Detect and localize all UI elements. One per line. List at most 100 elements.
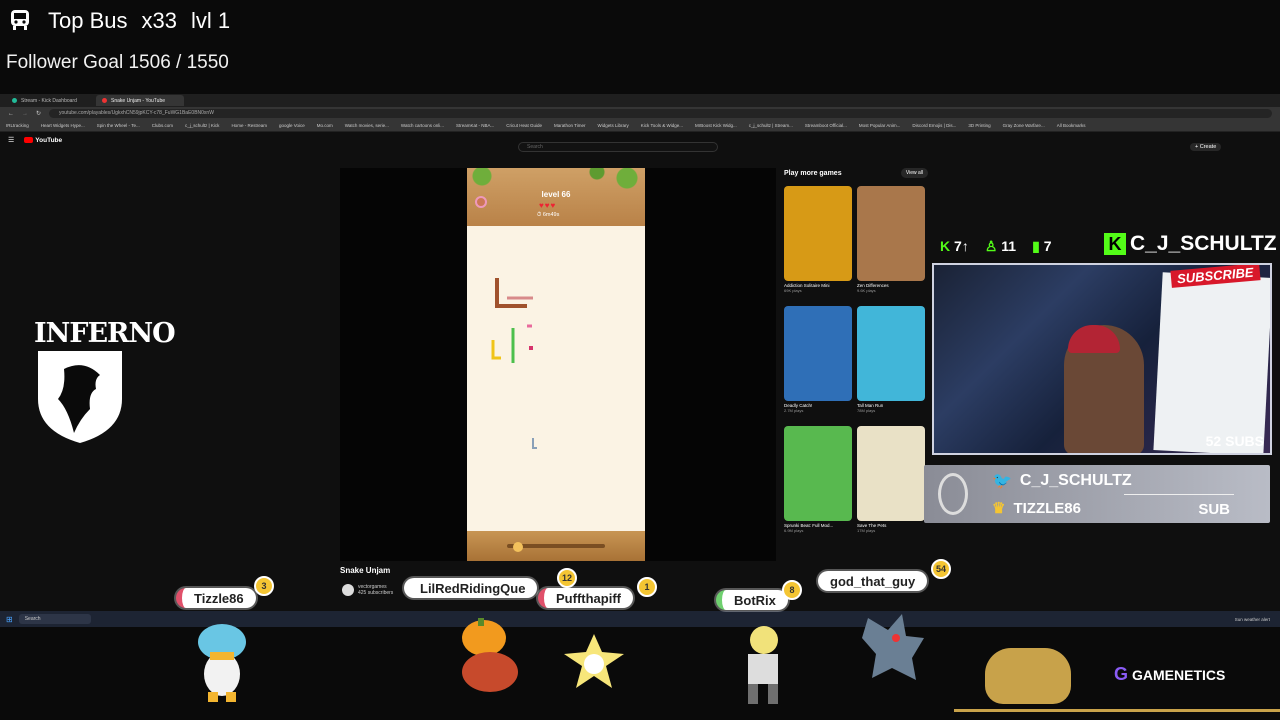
tab-snake-unjam[interactable]: Snake Unjam - YouTube <box>96 95 184 106</box>
bookmark-item[interactable]: MrBoost Kick Widg... <box>695 123 737 128</box>
bookmark-item[interactable]: Streamboot Official... <box>805 123 847 128</box>
game-level: level 66 <box>541 190 571 199</box>
inferno-logo-text: INFERNO <box>34 318 176 349</box>
play-more-games-panel: Play more games View all Addiction Solit… <box>784 168 928 542</box>
game-thumbnail[interactable] <box>784 426 852 521</box>
youtube-play-icon <box>24 137 34 143</box>
bookmark-item[interactable]: IRLtracking <box>6 123 29 128</box>
search-input[interactable]: Search <box>518 142 718 152</box>
taskbar-search[interactable]: Search <box>18 614 91 624</box>
bookmark-item[interactable]: Mo.com <box>317 123 333 128</box>
menu-icon[interactable]: ☰ <box>8 136 14 144</box>
game-board[interactable] <box>467 228 645 528</box>
chatter-badge: 3 <box>254 576 274 596</box>
tab-kick-dashboard[interactable]: Stream - Kick Dashboard <box>6 95 94 106</box>
game-plays: 69K plays <box>784 288 802 293</box>
viewer-stat: ▮ 7 <box>1032 238 1052 254</box>
last-sub-row: ♛ TIZZLE86 <box>992 499 1081 518</box>
crown-icon: ♛ <box>992 500 1006 517</box>
bookmark-item[interactable]: Gray Zone Warfare... <box>1003 123 1045 128</box>
bookmark-item[interactable]: Heart Widgets Hype... <box>41 123 85 128</box>
twitter-icon: 🐦 <box>992 473 1012 490</box>
game-plays: 78M plays <box>857 408 876 413</box>
snake-unjam-game[interactable]: level 66 ♥♥♥ ⏱ 6m49s <box>467 168 645 561</box>
lives-hearts: ♥♥♥ <box>539 201 557 210</box>
youtube-favicon-icon <box>102 98 107 103</box>
bookmarks-bar: IRLtracking Heart Widgets Hype... Spin the… <box>0 120 1280 132</box>
bookmark-item[interactable]: Watch movies, serie... <box>345 123 389 128</box>
bookmark-item[interactable]: Most Popular Anim... <box>859 123 901 128</box>
channel-info[interactable]: vectorgames 425 subscribers <box>342 584 393 596</box>
game-plays: 6.9M plays <box>784 528 804 533</box>
game-card[interactable]: Deadly Catch! 2.7M plays <box>784 306 852 422</box>
sub-count: 52 SUBS <box>1205 433 1264 449</box>
jirachi-sprite <box>564 634 624 688</box>
zoom-slider-knob[interactable] <box>513 542 523 552</box>
youtube-logo[interactable]: YouTube <box>24 137 62 144</box>
leaves-decoration <box>467 168 645 190</box>
game-card[interactable]: Tall Man Run 78M plays <box>857 306 925 422</box>
chatter-tag: Puffthapiff <box>538 588 633 608</box>
bookmark-item[interactable]: All Bookmarks <box>1057 123 1086 128</box>
lion-shield-icon <box>38 351 122 443</box>
twitter-row: 🐦 C_J_SCHULTZ <box>992 471 1132 491</box>
dragon-sprite <box>862 614 924 680</box>
url-field[interactable]: youtube.com/playables/UgkxhCN59jpKCY-c78… <box>49 109 1272 118</box>
reload-icon[interactable]: ↻ <box>36 110 41 117</box>
chatter-badge: 12 <box>557 568 577 588</box>
game-thumbnail[interactable] <box>857 306 925 401</box>
channel-avatar[interactable] <box>342 584 354 596</box>
subscriber-count: 425 subscribers <box>358 590 394 596</box>
inferno-logo: INFERNO <box>34 318 176 450</box>
game-plays: 2.7M plays <box>784 408 804 413</box>
game-footer <box>467 531 645 561</box>
game-card[interactable]: Addiction Solitaire Mini 69K plays <box>784 186 852 302</box>
games-grid: Addiction Solitaire Mini 69K plays Zen Dif… <box>784 186 928 542</box>
social-panel: 🐦 C_J_SCHULTZ ♛ TIZZLE86 SUB <box>924 465 1270 523</box>
bookmark-item[interactable]: Kick Tools & Widge... <box>641 123 683 128</box>
follower-goal: Follower Goal 1506 / 1550 <box>6 52 229 73</box>
bookmark-item[interactable]: Home - Restream <box>231 123 267 128</box>
game-card[interactable]: Save The Pets 17M plays <box>857 426 925 542</box>
bookmark-item[interactable]: StreamKat - NBA... <box>456 123 494 128</box>
kick-favicon-icon <box>12 98 17 103</box>
bookmark-item[interactable]: c_j_schultz | Stream... <box>749 123 793 128</box>
game-timer: ⏱ 6m49s <box>537 212 560 218</box>
game-thumbnail[interactable] <box>857 426 925 521</box>
game-card[interactable]: Sprunki Beat: Full Mod... 6.9M plays <box>784 426 852 542</box>
follow-stat: ♙ 11 <box>984 238 1017 254</box>
bookmark-item[interactable]: Spin the Wheel - Te... <box>97 123 140 128</box>
video-title: Snake Unjam <box>340 566 391 575</box>
chatter-badge: 8 <box>782 580 802 600</box>
create-button[interactable]: + Create <box>1190 143 1222 151</box>
system-tray[interactable]: Sun weather alert <box>1235 617 1270 622</box>
kick-username: K C_J_SCHULTZ <box>1104 232 1277 256</box>
quaxly-sprite <box>198 624 246 702</box>
bookmark-item[interactable]: Widgets Library <box>598 123 629 128</box>
bus-icon <box>8 8 34 34</box>
game-plays: 9.6K plays <box>857 288 876 293</box>
bookmark-item[interactable]: Cricut Heat Guide <box>506 123 542 128</box>
forward-icon[interactable]: → <box>22 111 28 117</box>
game-card[interactable]: Zen Differences 9.6K plays <box>857 186 925 302</box>
game-thumbnail[interactable] <box>857 186 925 281</box>
view-all-button[interactable]: View all <box>900 168 928 178</box>
bookmark-item[interactable]: Watch cartoons onli... <box>401 123 444 128</box>
bookmark-item[interactable]: Marathon Timer <box>554 123 586 128</box>
gamenetics-g-icon: G <box>1114 664 1129 684</box>
bookmark-item[interactable]: 3D Printing <box>968 123 990 128</box>
bookmark-item[interactable]: c_j_schultz | Kick <box>185 123 219 128</box>
pumpkin-sprite <box>462 618 518 692</box>
game-thumbnail[interactable] <box>784 186 852 281</box>
windows-start-icon[interactable]: ⊞ <box>6 615 13 624</box>
bookmark-item[interactable]: google Voice <box>279 123 305 128</box>
bookmark-item[interactable]: Clubs.com <box>152 123 173 128</box>
trainer-sprite <box>748 626 778 704</box>
game-thumbnail[interactable] <box>784 306 852 401</box>
bookmark-item[interactable]: Discord Emojis | Dis... <box>912 123 956 128</box>
back-icon[interactable]: ← <box>8 111 14 117</box>
divider <box>1124 494 1234 495</box>
sub-label: SUB <box>1198 501 1230 518</box>
youtube-label: YouTube <box>35 136 63 144</box>
top-bus-widget: Top Bus x33 lvl 1 <box>8 8 230 34</box>
